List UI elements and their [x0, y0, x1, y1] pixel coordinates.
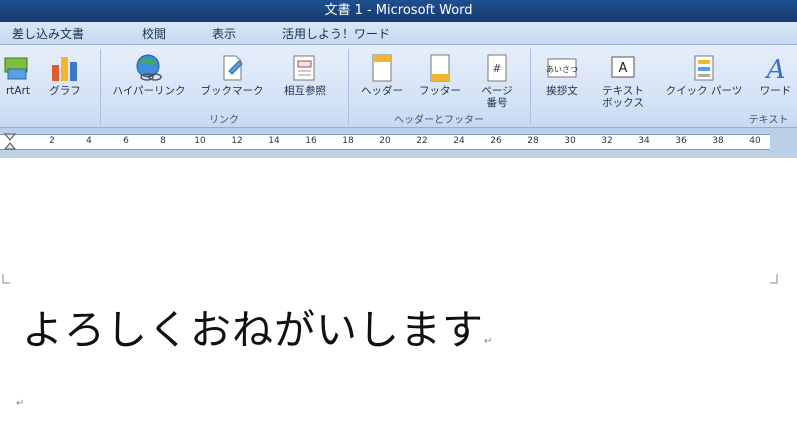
document-body-text[interactable]: よろしくおねがいします↵ [22, 296, 493, 356]
smartart-label: rtArt [5, 85, 31, 97]
greeting-button[interactable]: あいさつ 挨拶文 [536, 53, 588, 97]
cross-reference-button[interactable]: 相互参照 [272, 53, 338, 97]
group-separator [530, 49, 531, 125]
wordart-button[interactable]: A ワード [754, 53, 797, 97]
page-number-button[interactable]: # ページ 番号 [472, 53, 522, 109]
smartart-button[interactable]: rtArt [0, 53, 36, 97]
svg-text:A: A [764, 55, 785, 83]
ruler-tick: 22 [416, 136, 428, 146]
quick-parts-label: クイック パーツ [665, 85, 743, 97]
ruler-tick: 18 [342, 136, 354, 146]
horizontal-ruler[interactable]: 2 4 6 8 10 12 14 16 18 20 22 24 26 28 30… [0, 133, 770, 151]
ruler-tick: 12 [231, 136, 243, 146]
ruler-tick: 38 [712, 136, 724, 146]
title-bar: 文書 1 - Microsoft Word [0, 0, 797, 22]
page-number-label-1: ページ [481, 85, 513, 97]
ribbon-tabs: 差し込み文書 校閲 表示 活用しよう！ワード [0, 22, 797, 45]
ruler-tick: 6 [123, 136, 129, 146]
page-number-label-2: 番号 [486, 97, 508, 109]
ruler-tick: 4 [86, 136, 92, 146]
body-text: よろしくおねがいします [22, 306, 484, 354]
ribbon: rtArt グラフ ハイパーリンク ブックマーク 相互参照 リンク ヘッダー フ… [0, 45, 797, 128]
text-box-label-1: テキスト [602, 85, 644, 97]
group-label-text: テキスト [748, 115, 789, 126]
indent-marker-icon[interactable] [4, 133, 16, 151]
margin-corner-mark [770, 274, 778, 284]
footer-label: フッター [419, 85, 461, 97]
svg-text:A: A [619, 61, 628, 76]
ruler-tick: 40 [749, 136, 761, 146]
quick-parts-button[interactable]: クイック パーツ [658, 53, 750, 97]
footer-icon [430, 54, 450, 82]
svg-text:#: # [492, 62, 501, 75]
ruler-tick: 28 [527, 136, 539, 146]
bar-chart-icon [52, 57, 77, 81]
quick-parts-icon [694, 55, 714, 81]
greeting-label: 挨拶文 [546, 85, 578, 97]
header-icon [372, 54, 392, 82]
header-button[interactable]: ヘッダー [356, 53, 408, 97]
paragraph-mark: ↵ [16, 398, 25, 409]
wordart-label: ワード [759, 85, 792, 97]
cross-reference-icon [293, 55, 315, 81]
ruler-tick: 30 [564, 136, 576, 146]
ruler-tick: 20 [379, 136, 391, 146]
window-title: 文書 1 - Microsoft Word [324, 3, 473, 18]
tab-mailings[interactable]: 差し込み文書 [12, 25, 84, 42]
text-box-button[interactable]: A テキスト ボックス [594, 53, 652, 109]
ruler-tick: 10 [194, 136, 206, 146]
document-page[interactable]: よろしくおねがいします↵ ↵ [0, 158, 797, 422]
ruler-tick: 24 [453, 136, 465, 146]
greeting-icon: あいさつ [546, 58, 578, 78]
header-label: ヘッダー [361, 85, 403, 97]
bookmark-icon [223, 55, 243, 81]
bookmark-button[interactable]: ブックマーク [196, 53, 268, 97]
ruler-tick: 8 [160, 136, 166, 146]
ruler-tick: 36 [675, 136, 687, 146]
smartart-icon [4, 57, 28, 80]
hyperlink-button[interactable]: ハイパーリンク [106, 53, 192, 97]
ruler-tick: 14 [268, 136, 280, 146]
ruler-tick: 16 [305, 136, 317, 146]
group-label-links: リンク [209, 115, 239, 126]
ruler-tick: 34 [638, 136, 650, 146]
group-label-header-footer: ヘッダーとフッター [394, 115, 484, 126]
tab-word-tips[interactable]: 活用しよう！ワード [282, 25, 390, 42]
hyperlink-label: ハイパーリンク [112, 85, 186, 97]
footer-button[interactable]: フッター [412, 53, 468, 97]
paragraph-mark: ↵ [484, 336, 494, 347]
chart-label: グラフ [49, 85, 81, 97]
bookmark-label: ブックマーク [200, 85, 264, 97]
ruler-tick: 26 [490, 136, 502, 146]
page-number-icon: # [487, 54, 507, 82]
globe-link-icon [136, 54, 162, 81]
wordart-icon: A [764, 55, 785, 83]
chart-button[interactable]: グラフ [44, 53, 86, 97]
cross-reference-label: 相互参照 [284, 85, 326, 97]
text-box-label-2: ボックス [602, 97, 644, 109]
ruler-tick: 2 [49, 136, 55, 146]
tab-review[interactable]: 校閲 [142, 25, 166, 42]
margin-corner-mark [2, 274, 10, 284]
ruler-tick: 32 [601, 136, 613, 146]
svg-text:あいさつ: あいさつ [546, 65, 578, 74]
text-box-icon: A [611, 56, 635, 78]
tab-view[interactable]: 表示 [212, 25, 236, 42]
